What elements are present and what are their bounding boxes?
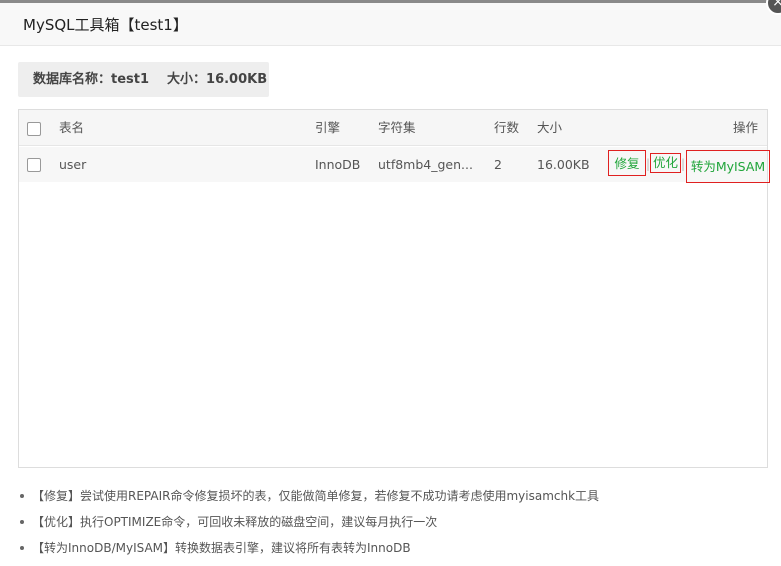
optimize-button[interactable]: 优化 (650, 153, 681, 173)
row-charset: utf8mb4_gen... (378, 157, 473, 172)
help-notes-list: 【修复】尝试使用REPAIR命令修复损坏的表，仅能做简单修复，若修复不成功请考虑… (19, 485, 599, 563)
repair-button[interactable]: 修复 (608, 150, 646, 176)
dialog-title: MySQL工具箱【test1】 (23, 16, 188, 34)
row-row-count: 2 (494, 157, 502, 172)
mysql-toolbox-dialog: MySQL工具箱【test1】 × 数据库名称：test1 大小：16.00KB … (0, 0, 781, 566)
header-charset: 字符集 (378, 120, 416, 135)
header-rows: 行数 (494, 120, 520, 135)
header-operations: 操作 (732, 120, 758, 135)
note-convert: 【转为InnoDB/MyISAM】转换数据表引擎，建议将所有表转为InnoDB (19, 537, 599, 563)
database-info-box: 数据库名称：test1 大小：16.00KB (18, 62, 269, 97)
header-table-name: 表名 (59, 120, 85, 135)
note-optimize: 【优化】执行OPTIMIZE命令，可回收未释放的磁盘空间，建议每月执行一次 (19, 511, 599, 537)
dialog-titlebar: MySQL工具箱【test1】 (0, 3, 781, 46)
convert-to-myisam-button[interactable]: 转为MyISAM (686, 150, 770, 183)
row-engine: InnoDB (315, 157, 361, 172)
database-name-label: 数据库名称：test1 (33, 72, 150, 87)
table-list: 表名 引擎 字符集 行数 大小 操作 user InnoDB utf8mb4_g… (18, 109, 770, 468)
header-engine: 引擎 (315, 120, 341, 135)
select-all-checkbox[interactable] (27, 122, 41, 136)
row-checkbox[interactable] (27, 158, 41, 172)
table-row: user InnoDB utf8mb4_gen... 2 16.00KB 修复 … (19, 147, 770, 183)
note-repair: 【修复】尝试使用REPAIR命令修复损坏的表，仅能做简单修复，若修复不成功请考虑… (19, 485, 599, 511)
row-size: 16.00KB (537, 157, 590, 172)
op-separator: | (681, 157, 686, 171)
header-size: 大小 (537, 120, 563, 135)
row-table-name: user (59, 157, 87, 172)
table-header-row: 表名 引擎 字符集 行数 大小 操作 (19, 110, 767, 146)
database-size-label: 大小：16.00KB (167, 72, 268, 87)
